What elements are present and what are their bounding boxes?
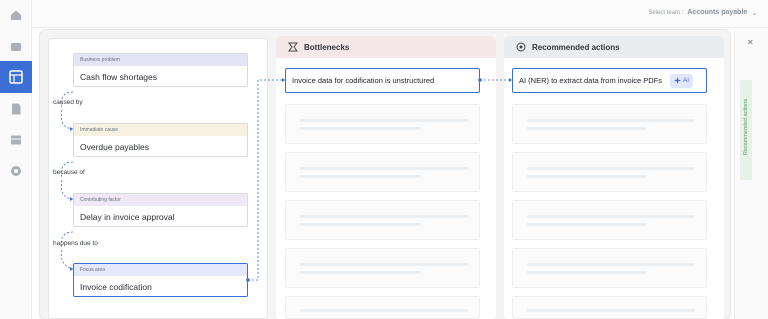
business-problem-card[interactable]: Business problem Cash flow shortages bbox=[73, 53, 248, 87]
card-tag: Contributing factor bbox=[74, 194, 247, 206]
bottlenecks-title: Bottlenecks bbox=[304, 42, 350, 52]
card-tag: Business problem bbox=[74, 54, 247, 66]
placeholder-card bbox=[285, 200, 480, 240]
placeholder-card bbox=[285, 152, 480, 192]
placeholder-card bbox=[512, 296, 707, 319]
placeholder-card bbox=[512, 104, 707, 144]
bottlenecks-header: Bottlenecks bbox=[276, 36, 496, 58]
bottleneck-item[interactable]: Invoice data for codification is unstruc… bbox=[285, 68, 480, 93]
ai-badge-label: AI bbox=[682, 77, 690, 84]
settings-icon[interactable] bbox=[9, 164, 23, 178]
top-bar: Select team : Accounts payable ⌄ bbox=[32, 0, 768, 28]
dashboard-icon[interactable] bbox=[0, 61, 32, 93]
placeholder-card bbox=[512, 152, 707, 192]
home-icon[interactable] bbox=[9, 8, 23, 22]
placeholder-card bbox=[285, 248, 480, 288]
sparkle-icon bbox=[673, 77, 681, 84]
card-text: Cash flow shortages bbox=[80, 72, 158, 82]
recommended-action-item[interactable]: AI (NER) to extract data from invoice PD… bbox=[512, 68, 707, 93]
recommended-actions-title: Recommended actions bbox=[532, 42, 620, 52]
card-text: Delay in invoice approval bbox=[80, 212, 175, 222]
close-icon[interactable]: ✕ bbox=[747, 38, 754, 47]
placeholder-card bbox=[512, 200, 707, 240]
placeholder-card bbox=[285, 296, 480, 319]
ai-badge: AI bbox=[669, 73, 694, 88]
team-selector-label: Select team : bbox=[648, 9, 684, 16]
focus-area-card[interactable]: Focus area Invoice codification bbox=[73, 263, 248, 297]
nav-rail bbox=[0, 0, 32, 319]
recommended-actions-header: Recommended actions bbox=[504, 36, 724, 58]
relation-label: caused by bbox=[53, 99, 83, 106]
placeholder-card bbox=[512, 248, 707, 288]
bottleneck-icon bbox=[288, 42, 298, 52]
team-selector[interactable]: Select team : Accounts payable ⌄ bbox=[648, 8, 758, 17]
inbox-icon[interactable] bbox=[9, 40, 23, 54]
card-tag: Immediate cause bbox=[74, 124, 247, 136]
contributing-factor-card[interactable]: Contributing factor Delay in invoice app… bbox=[73, 193, 248, 227]
relation-label: happens due to bbox=[53, 240, 98, 247]
card-tag: Focus area bbox=[74, 264, 247, 276]
side-panel: ✕ Recommended actions bbox=[734, 30, 768, 319]
card-text: Overdue payables bbox=[80, 142, 149, 152]
document-icon[interactable] bbox=[9, 102, 23, 116]
card-text: Invoice codification bbox=[80, 282, 152, 292]
recommended-actions-tab-label: Recommended actions bbox=[743, 98, 749, 156]
recommended-action-text: AI (NER) to extract data from invoice PD… bbox=[519, 76, 662, 85]
target-icon bbox=[516, 42, 526, 52]
bottleneck-text: Invoice data for codification is unstruc… bbox=[292, 76, 435, 85]
table-icon[interactable] bbox=[9, 133, 23, 147]
immediate-cause-card[interactable]: Immediate cause Overdue payables bbox=[73, 123, 248, 157]
team-selector-value: Accounts payable bbox=[687, 9, 748, 16]
placeholder-card bbox=[285, 104, 480, 144]
relation-label: because of bbox=[53, 169, 85, 176]
chevron-down-icon: ⌄ bbox=[751, 8, 758, 17]
recommended-actions-tab[interactable]: Recommended actions bbox=[740, 80, 752, 180]
